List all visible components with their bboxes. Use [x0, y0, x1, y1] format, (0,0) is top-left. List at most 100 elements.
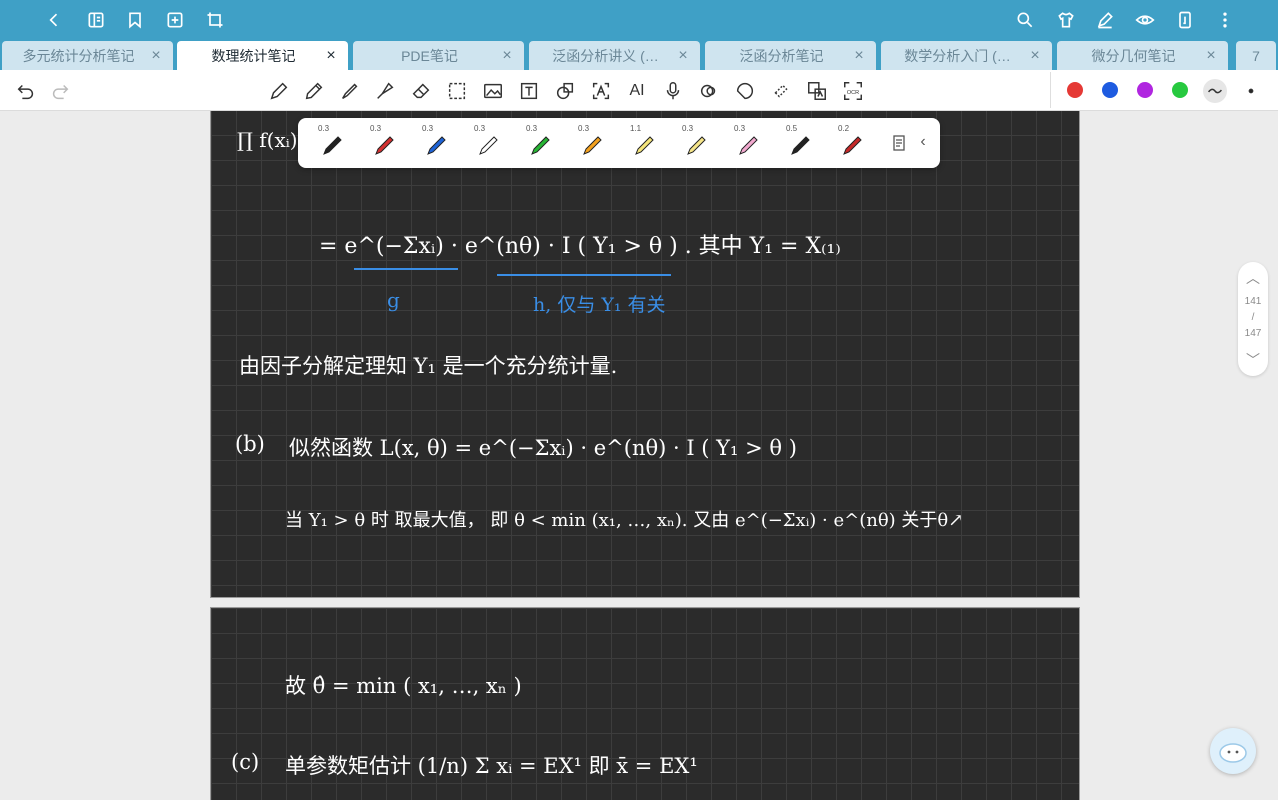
tab-intro-analysis[interactable]: 数学分析入门 (… ×	[881, 41, 1052, 70]
translate-icon[interactable]	[805, 79, 829, 103]
bookmark-icon[interactable]	[123, 8, 147, 32]
pencil-icon[interactable]	[302, 79, 326, 103]
eraser-icon[interactable]	[409, 79, 433, 103]
underline-g	[354, 268, 458, 270]
undo-icon[interactable]	[14, 79, 38, 103]
handwriting-part-b-label: (b)	[235, 432, 265, 456]
pen-icon	[427, 136, 446, 155]
handwriting-product: ∏ f(xᵢ)	[237, 128, 298, 152]
handwriting-factorization: = e^(−Σxᵢ) · e^(nθ) · I ( Y₁ > θ ) . 其中 …	[319, 234, 841, 259]
color-swatch-purple[interactable]	[1137, 82, 1153, 98]
tab-overflow[interactable]: 7	[1236, 41, 1276, 70]
page-up-icon[interactable]: ︿	[1238, 268, 1268, 288]
pen-icon	[843, 136, 862, 155]
pen-preset-10[interactable]: 0.5	[772, 118, 822, 168]
theme-shirt-icon[interactable]	[1054, 8, 1078, 32]
stroke-width-dot-icon[interactable]	[1239, 79, 1263, 103]
note-page-2[interactable]: 故 θ̂ = min ( x₁, …, xₙ ) (c) 单参数矩估计 (1/n…	[210, 607, 1080, 800]
tab-differential-geometry[interactable]: 微分几何笔记 ×	[1057, 41, 1228, 70]
tape-icon[interactable]	[769, 79, 793, 103]
pen-icon	[583, 136, 602, 155]
pen-preset-1[interactable]: 0.3	[304, 118, 354, 168]
close-icon[interactable]: ×	[852, 47, 866, 63]
pen-panel-settings-icon[interactable]	[890, 134, 908, 152]
pen-preset-5[interactable]: 0.3	[512, 118, 562, 168]
ocr-icon[interactable]: OCR	[841, 79, 865, 103]
pen-preset-9[interactable]: 0.3	[720, 118, 770, 168]
microphone-icon[interactable]	[661, 79, 685, 103]
page-separator: /	[1251, 312, 1255, 323]
fountain-pen-icon[interactable]	[267, 79, 291, 103]
current-page: 141	[1244, 296, 1262, 307]
shape-icon[interactable]	[553, 79, 577, 103]
pen-preset-4[interactable]: 0.3	[460, 118, 510, 168]
total-pages: 147	[1244, 328, 1262, 339]
handwriting-likelihood: 似然函数 L(x, θ) = e^(−Σxᵢ) · e^(nθ) · I ( Y…	[289, 436, 797, 460]
collapse-panel-icon[interactable]: ‹	[914, 133, 932, 151]
layout-icon[interactable]	[1173, 8, 1197, 32]
page-down-icon[interactable]: ﹀	[1238, 350, 1268, 370]
crop-icon[interactable]	[203, 8, 227, 32]
pen-icon	[479, 136, 498, 155]
pen-icon	[791, 136, 810, 155]
handwriting-max-condition: 当 Y₁ > θ 时 取最大值， 即 θ < min (x₁, …, xₙ). …	[285, 510, 964, 531]
add-page-icon[interactable]	[163, 8, 187, 32]
highlighter-icon[interactable]	[373, 79, 397, 103]
handwriting-g-label: g	[387, 288, 400, 312]
pen-edit-icon[interactable]	[1093, 8, 1117, 32]
handwriting-icon[interactable]	[697, 79, 721, 103]
color-swatch-green[interactable]	[1172, 82, 1188, 98]
note-page[interactable]: ∏ f(xᵢ) = e^(−Σxᵢ) · e^(nθ) · I ( Y₁ > θ…	[210, 111, 1080, 598]
assistant-bubble-icon[interactable]	[1210, 728, 1256, 774]
view-eye-icon[interactable]	[1133, 8, 1157, 32]
close-icon[interactable]: ×	[1204, 47, 1218, 63]
close-icon[interactable]: ×	[149, 47, 163, 63]
ballpoint-pen-icon[interactable]	[338, 79, 362, 103]
notebook-icon[interactable]	[84, 8, 108, 32]
tab-mathematical-statistics[interactable]: 数理统计笔记 ×	[177, 41, 348, 70]
tab-multivariate-stats[interactable]: 多元统计分析笔记 ×	[2, 41, 173, 70]
search-icon[interactable]	[1013, 8, 1037, 32]
pen-preset-11[interactable]: 0.2	[824, 118, 874, 168]
close-icon[interactable]: ×	[500, 47, 514, 63]
toolbar-divider	[1050, 72, 1051, 108]
top-app-bar	[0, 0, 1278, 40]
tab-functional-analysis-lecture[interactable]: 泛函分析讲义 (… ×	[529, 41, 700, 70]
lasso-select-icon[interactable]	[445, 79, 469, 103]
tab-bar: 多元统计分析笔记 × 数理统计笔记 × PDE笔记 × 泛函分析讲义 (… × 泛函分析…	[0, 40, 1278, 70]
svg-text:OCR: OCR	[847, 90, 859, 96]
stroke-style-icon[interactable]	[1203, 79, 1227, 103]
close-icon[interactable]: ×	[1028, 47, 1042, 63]
sticker-icon[interactable]	[733, 79, 757, 103]
redo-icon[interactable]	[48, 79, 72, 103]
pen-preset-6[interactable]: 0.3	[564, 118, 614, 168]
handwriting-h-label: h, 仅与 Y₁ 有关	[533, 294, 666, 316]
close-icon[interactable]: ×	[324, 47, 338, 63]
underline-h	[497, 274, 671, 276]
pen-preset-7[interactable]: 1.1	[616, 118, 666, 168]
handwriting-part-c-label: (c)	[231, 750, 260, 774]
pen-preset-panel: 0.3 0.3 0.3 0.3 0.3 0.3 1.1 0.3 0.3 0.5 0.2 ‹	[298, 118, 940, 168]
back-icon[interactable]	[42, 8, 66, 32]
tab-pde[interactable]: PDE笔记 ×	[353, 41, 524, 70]
handwriting-mle: 故 θ̂ = min ( x₁, …, xₙ )	[285, 674, 522, 698]
pen-icon	[635, 136, 654, 155]
pen-icon	[739, 136, 758, 155]
pen-preset-8[interactable]: 0.3	[668, 118, 718, 168]
pen-preset-2[interactable]: 0.3	[356, 118, 406, 168]
image-icon[interactable]	[481, 79, 505, 103]
color-swatch-blue[interactable]	[1102, 82, 1118, 98]
text-recognition-icon[interactable]	[589, 79, 613, 103]
pen-icon	[531, 136, 550, 155]
close-icon[interactable]: ×	[676, 47, 690, 63]
handwriting-statement: 由因子分解定理知 Y₁ 是一个充分统计量.	[239, 354, 618, 378]
color-swatch-red[interactable]	[1067, 82, 1083, 98]
pen-icon	[375, 136, 394, 155]
more-vertical-icon[interactable]	[1213, 8, 1237, 32]
tab-functional-analysis-notes[interactable]: 泛函分析笔记 ×	[705, 41, 876, 70]
pen-icon	[323, 136, 342, 155]
text-box-icon[interactable]	[517, 79, 541, 103]
note-canvas[interactable]: ∏ f(xᵢ) = e^(−Σxᵢ) · e^(nθ) · I ( Y₁ > θ…	[0, 111, 1278, 800]
ai-icon[interactable]: AI	[625, 79, 649, 103]
pen-preset-3[interactable]: 0.3	[408, 118, 458, 168]
